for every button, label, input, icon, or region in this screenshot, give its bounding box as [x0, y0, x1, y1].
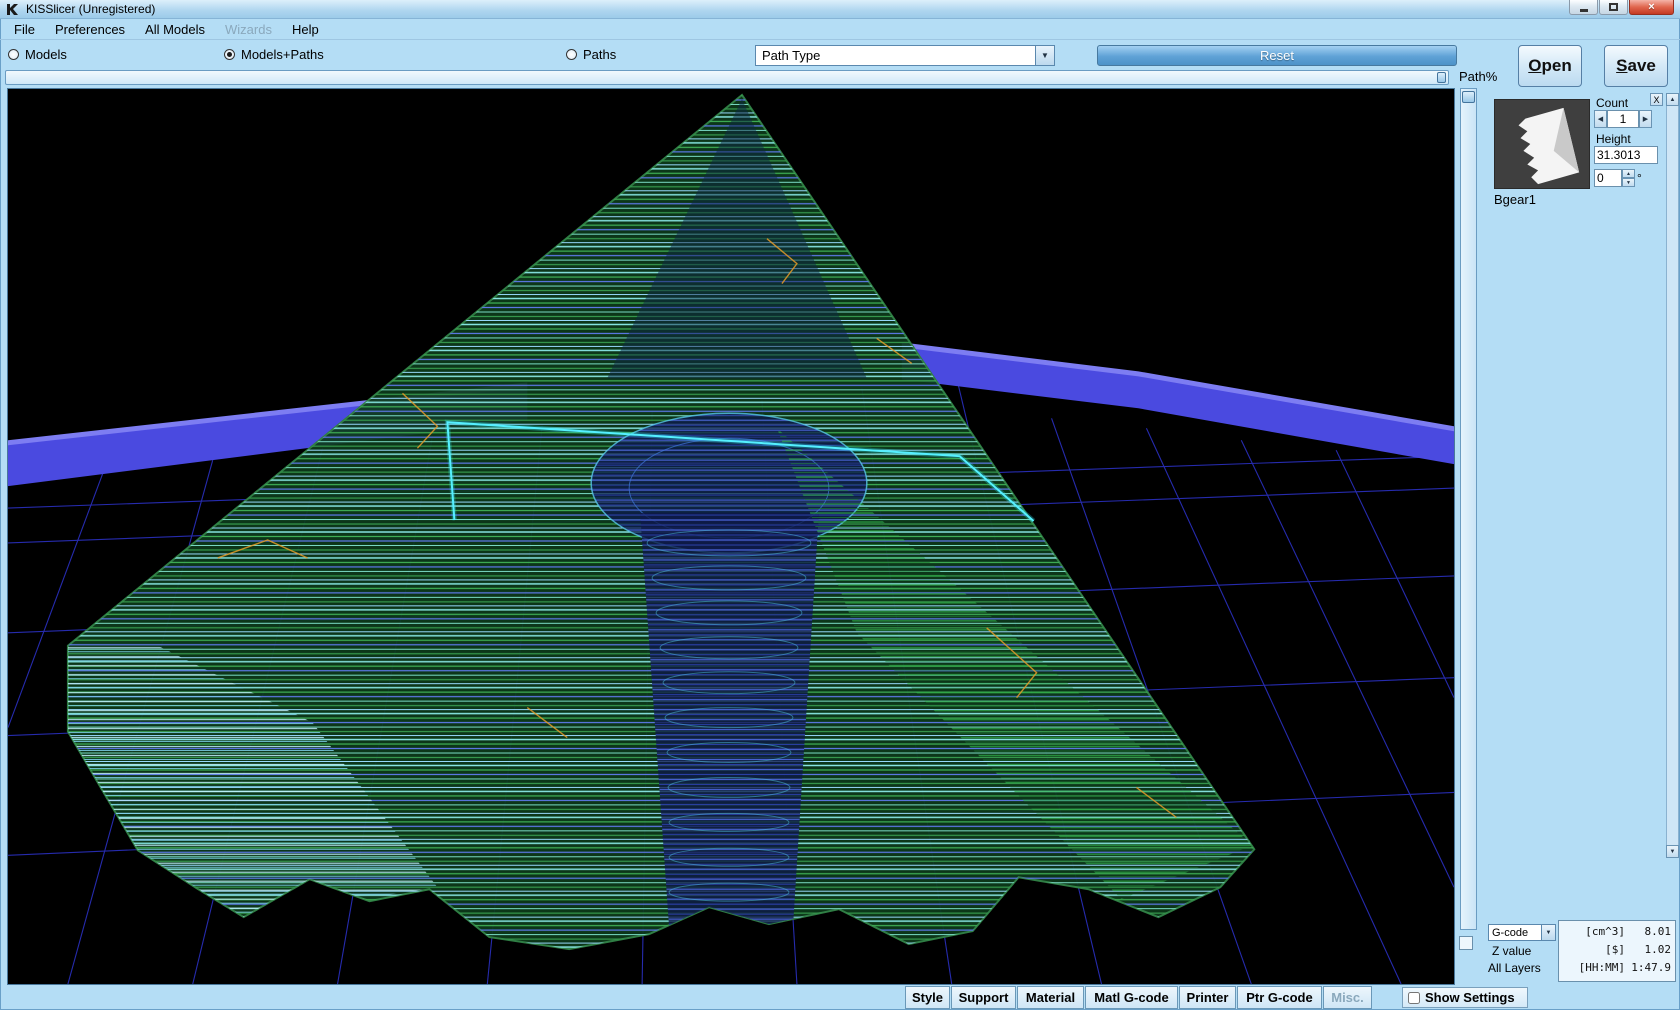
model-thumbnail[interactable] — [1494, 99, 1590, 189]
close-button[interactable]: × — [1629, 0, 1674, 15]
path-type-dropdown[interactable]: Path Type ▼ — [755, 45, 1055, 66]
reset-button[interactable]: Reset — [1097, 45, 1457, 66]
print-stats: [cm^3] 8.01 [$] 1.02 [HH:MM] 1:47.9 — [1558, 920, 1676, 982]
z-value-label: Z value — [1492, 944, 1531, 958]
menu-all-models[interactable]: All Models — [135, 20, 215, 39]
stat-volume: [cm^3] 8.01 — [1563, 923, 1671, 941]
rotation-up-icon[interactable]: ▲ — [1622, 169, 1635, 178]
path-type-dropdown-arrow-icon: ▼ — [1035, 46, 1054, 65]
show-settings-checkbox[interactable] — [1408, 992, 1420, 1004]
scroll-down-icon[interactable]: ▼ — [1666, 845, 1679, 858]
radio-group-models-paths: Models+Paths — [224, 47, 324, 62]
menu-wizards: Wizards — [215, 20, 282, 39]
gcode-dropdown-arrow-icon: ▼ — [1541, 925, 1555, 940]
toolbar: Models Models+Paths Paths Path Type ▼ Re… — [0, 41, 1680, 69]
menu-help[interactable]: Help — [282, 20, 329, 39]
path-percent-slider-thumb[interactable] — [1437, 72, 1446, 83]
open-button-accel: O — [1528, 56, 1541, 76]
tab-style[interactable]: Style — [905, 986, 950, 1009]
close-icon: × — [1648, 2, 1654, 13]
model-list-scrollbar[interactable]: ▲ ▼ — [1666, 93, 1679, 858]
count-spinner: ◀ ▶ — [1594, 110, 1652, 128]
path-percent-slider[interactable] — [5, 70, 1449, 85]
minimize-icon — [1580, 9, 1588, 12]
all-layers-label: All Layers — [1488, 961, 1541, 975]
radio-group-paths: Paths — [566, 47, 616, 62]
menu-file[interactable]: File — [4, 20, 45, 39]
tab-material[interactable]: Material — [1017, 986, 1084, 1009]
open-button[interactable]: Open — [1518, 45, 1582, 87]
path-type-value: Path Type — [756, 46, 1035, 65]
save-button-rest: ave — [1627, 56, 1655, 76]
count-increment-icon[interactable]: ▶ — [1639, 110, 1652, 128]
tab-ptr-gcode[interactable]: Ptr G-code — [1237, 986, 1322, 1009]
z-slider-box[interactable] — [1459, 936, 1473, 950]
stat-cost: [$] 1.02 — [1563, 941, 1671, 959]
open-button-rest: pen — [1542, 56, 1572, 76]
save-button-accel: S — [1616, 56, 1627, 76]
maximize-button[interactable] — [1599, 0, 1628, 15]
stat-time-label: [HH:MM] — [1579, 959, 1625, 977]
model-close-button[interactable]: X — [1650, 93, 1663, 106]
models-radio-label: Models — [25, 47, 67, 62]
scroll-up-icon[interactable]: ▲ — [1666, 93, 1679, 106]
stat-volume-value: 8.01 — [1631, 923, 1671, 941]
model-panel: Bgear1 Count ◀ ▶ Height ▲ ▼ ° X ▲ ▼ G-co… — [1484, 88, 1680, 985]
layer-slider-thumb[interactable] — [1462, 91, 1475, 103]
sliced-model-render — [8, 89, 1454, 984]
layer-slider[interactable] — [1460, 88, 1477, 930]
gcode-dropdown-value: G-code — [1489, 925, 1541, 940]
stat-cost-label: [$] — [1605, 941, 1625, 959]
tab-matl-gcode[interactable]: Matl G-code — [1085, 986, 1178, 1009]
show-settings-label: Show Settings — [1425, 990, 1515, 1005]
rotation-down-icon[interactable]: ▼ — [1622, 178, 1635, 187]
app-icon — [6, 3, 21, 16]
rotation-input[interactable] — [1594, 169, 1622, 187]
count-input[interactable] — [1607, 110, 1639, 128]
models-paths-radio-label: Models+Paths — [241, 47, 324, 62]
viewport-3d[interactable] — [7, 88, 1455, 985]
count-decrement-icon[interactable]: ◀ — [1594, 110, 1607, 128]
rotation-spinner: ▲ ▼ ° — [1594, 169, 1642, 187]
show-settings-toggle: Show Settings — [1402, 987, 1528, 1008]
model-name-label: Bgear1 — [1494, 192, 1536, 207]
radio-group-models: Models — [8, 47, 67, 62]
tab-printer[interactable]: Printer — [1179, 986, 1236, 1009]
tab-misc: Misc. — [1323, 986, 1372, 1009]
models-paths-radio[interactable] — [224, 49, 235, 60]
gcode-dropdown[interactable]: G-code ▼ — [1488, 924, 1556, 941]
count-label: Count — [1596, 96, 1628, 110]
models-radio[interactable] — [8, 49, 19, 60]
degree-label: ° — [1637, 171, 1642, 185]
maximize-icon — [1609, 3, 1618, 11]
stat-cost-value: 1.02 — [1631, 941, 1671, 959]
paths-radio[interactable] — [566, 49, 577, 60]
gear-thumbnail-icon — [1495, 100, 1589, 188]
window-title: KISSlicer (Unregistered) — [26, 2, 155, 16]
tab-support[interactable]: Support — [951, 986, 1016, 1009]
stat-volume-label: [cm^3] — [1585, 923, 1625, 941]
save-button[interactable]: Save — [1604, 45, 1668, 87]
titlebar[interactable]: KISSlicer (Unregistered) × — [0, 0, 1680, 19]
minimize-button[interactable] — [1569, 0, 1598, 15]
menubar: File Preferences All Models Wizards Help — [0, 20, 1680, 40]
path-percent-label: Path% — [1459, 69, 1497, 84]
height-label: Height — [1596, 132, 1631, 146]
height-input[interactable] — [1594, 146, 1658, 164]
stat-time: [HH:MM] 1:47.9 — [1563, 959, 1671, 977]
window-controls: × — [1568, 0, 1674, 15]
menu-preferences[interactable]: Preferences — [45, 20, 135, 39]
paths-radio-label: Paths — [583, 47, 616, 62]
stat-time-value: 1:47.9 — [1631, 959, 1671, 977]
